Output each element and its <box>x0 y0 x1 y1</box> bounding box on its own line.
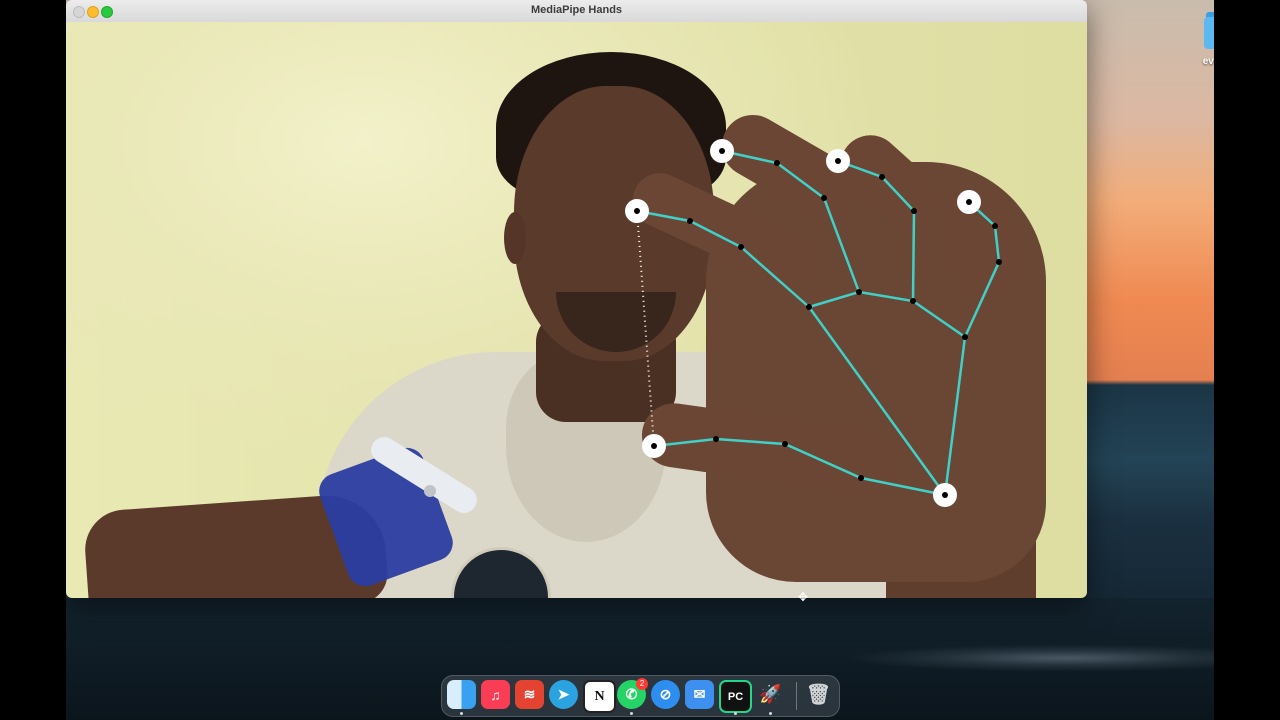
telegram-icon[interactable]: ➤ <box>549 680 578 709</box>
move-cursor-icon: ✥ <box>798 590 809 604</box>
dock-separator <box>796 682 797 710</box>
whatsapp-running-dot <box>630 712 633 715</box>
mediapipe-window[interactable]: MediaPipe Hands <box>66 0 1087 598</box>
distance-guide-line <box>636 210 655 447</box>
webcam-feed <box>66 22 1087 598</box>
folder-icon[interactable] <box>1204 10 1214 50</box>
mail-icon[interactable]: ✉ <box>685 680 714 709</box>
pycharm-icon[interactable]: PC <box>719 680 752 713</box>
rocket-running-dot <box>769 712 772 715</box>
index-connection <box>636 209 810 308</box>
whatsapp-notification-badge: 2 <box>636 678 648 690</box>
safari-icon[interactable]: ⊘ <box>651 680 680 709</box>
pinky-connection <box>963 201 1001 338</box>
desktop-folder-everything[interactable]: everything <box>1190 10 1214 67</box>
pycharm-running-dot <box>734 712 737 715</box>
music-icon[interactable]: ♫ <box>481 680 510 709</box>
finder-running-dot <box>460 712 463 715</box>
hand-landmark-overlay <box>625 139 1002 507</box>
thumb-connection <box>653 437 946 497</box>
hand-connections <box>636 149 1001 497</box>
window-titlebar[interactable]: MediaPipe Hands <box>66 0 1087 23</box>
notion-icon[interactable]: N <box>583 680 616 713</box>
trash-icon[interactable]: 🗑 <box>804 680 833 709</box>
rocket-icon[interactable]: 🚀 <box>756 680 785 709</box>
window-title: MediaPipe Hands <box>530 4 623 16</box>
ring-connection <box>837 159 916 302</box>
finder-icon[interactable] <box>447 680 476 709</box>
todoist-icon[interactable]: ≋ <box>515 680 544 709</box>
desktop-folder-label: everything <box>1202 56 1214 67</box>
